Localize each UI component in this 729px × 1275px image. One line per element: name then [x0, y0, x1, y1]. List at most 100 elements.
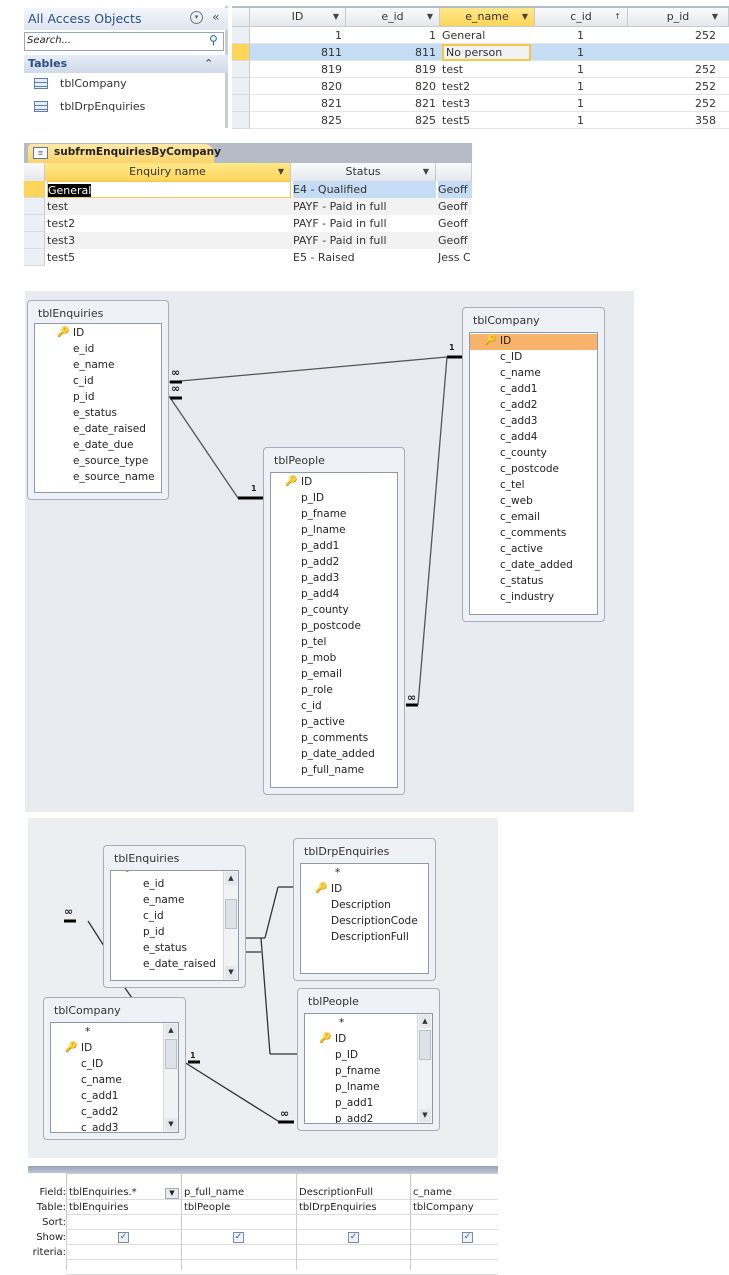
cell-ID[interactable]: 811 — [252, 44, 342, 61]
col-header-e-name[interactable]: e_name ▼ — [440, 8, 535, 27]
cell-e-name[interactable]: test2 — [442, 78, 531, 95]
field-cadd3[interactable]: c_add3 — [500, 415, 537, 427]
cell-person[interactable]: Geoff — [438, 232, 472, 249]
table-row[interactable]: 1 1 General 1 252 — [232, 27, 729, 44]
cell-person[interactable]: Geoff — [438, 198, 472, 215]
table-box-tbldrpenquiries[interactable]: tblDrpEnquiries * 🔑 ID Description Descriptio… — [293, 838, 436, 981]
field-list[interactable]: 🔑 ID e_id e_name c_id p_id e_status e_date_rais… — [110, 870, 239, 981]
join-line[interactable] — [260, 937, 271, 1055]
field-cid[interactable]: c_id — [301, 700, 322, 712]
cell-ID[interactable]: 825 — [252, 112, 342, 129]
field-descriptionfull[interactable]: DescriptionFull — [331, 931, 409, 943]
table-row[interactable]: General E4 - Qualified Geoff — [24, 181, 472, 198]
field-descriptioncode[interactable]: DescriptionCode — [331, 915, 418, 927]
cell-status[interactable]: PAYF - Paid in full — [293, 215, 436, 232]
scrollbar[interactable]: ▲ ▼ — [163, 1023, 178, 1132]
table-row[interactable]: test5 E5 - Raised Jess C — [24, 249, 472, 266]
relationship-line-people[interactable] — [168, 395, 239, 499]
col-header-status[interactable]: Status ▼ — [291, 163, 436, 182]
field-list[interactable]: * 🔑 ID Description DescriptionCode Descriptio… — [300, 863, 429, 974]
col-header-p-id[interactable]: p_id ▼ — [628, 8, 729, 27]
table-cell[interactable]: tblEnquiries — [69, 1202, 128, 1213]
field-esourcename[interactable]: e_source_name — [73, 471, 155, 483]
cell-p-id[interactable]: 252 — [630, 78, 716, 95]
field-esourcetype[interactable]: e_source_type — [73, 455, 148, 467]
scroll-up-icon[interactable]: ▲ — [165, 1024, 177, 1037]
table-box-tblcompany[interactable]: tblCompany 🔑 ID c_ID c_name c_add1 c_add2 c_add… — [462, 307, 605, 622]
scroll-thumb[interactable] — [165, 1039, 177, 1069]
table-row[interactable]: test2 PAYF - Paid in full Geoff — [24, 215, 472, 232]
cell-e-name[interactable]: test — [442, 61, 531, 78]
cell-p-id[interactable]: 252 — [630, 95, 716, 112]
scroll-down-icon[interactable]: ▼ — [225, 966, 237, 979]
field-cdateadded[interactable]: c_date_added — [500, 559, 573, 571]
scrollbar[interactable]: ▲ ▼ — [417, 1014, 432, 1123]
nav-item-tblcompany[interactable]: tblCompany — [32, 75, 222, 93]
field-cell[interactable]: c_name — [413, 1187, 452, 1198]
field-id[interactable]: ID — [331, 883, 342, 895]
field-edatedue[interactable]: e_date_due — [73, 439, 133, 451]
dropdown-icon[interactable]: ▼ — [522, 8, 528, 26]
show-checkbox[interactable]: ✓ — [233, 1232, 244, 1243]
field-plname[interactable]: p_lname — [335, 1081, 380, 1093]
nav-search-input[interactable]: Search... ⚲ — [24, 32, 224, 51]
table-row[interactable]: 819 819 test 1 252 — [232, 61, 729, 78]
cell-ID[interactable]: 819 — [252, 61, 342, 78]
relationship-line-people-company[interactable] — [417, 356, 448, 706]
field-cstatus[interactable]: c_status — [500, 575, 543, 587]
field-ctel[interactable]: c_tel — [500, 479, 525, 491]
cell-enquiry-name[interactable]: test3 — [47, 232, 291, 249]
cell-status[interactable]: E4 - Qualified — [293, 181, 436, 198]
table-box-tblpeople[interactable]: tblPeople 🔑 ID p_ID p_fname p_lname p_add1 p_ad… — [263, 447, 405, 795]
field-padd4[interactable]: p_add4 — [301, 588, 339, 600]
cell-e-id[interactable]: 1 — [348, 27, 436, 44]
cell-c-id[interactable]: 1 — [537, 78, 624, 95]
field-cadd4[interactable]: c_add4 — [500, 431, 537, 443]
field-padd2[interactable]: p_add2 — [335, 1113, 373, 1123]
row-selector[interactable] — [24, 249, 45, 266]
field-estatus[interactable]: e_status — [73, 407, 117, 419]
cell-enquiry-name[interactable]: test5 — [47, 249, 291, 266]
field-padd2[interactable]: p_add2 — [301, 556, 339, 568]
field-pactive[interactable]: p_active — [301, 716, 345, 728]
field-cadd3[interactable]: c_add3 — [81, 1122, 118, 1132]
join-line[interactable] — [87, 920, 105, 947]
field-padd1[interactable]: p_add1 — [335, 1097, 373, 1109]
cell-status[interactable]: PAYF - Paid in full — [293, 198, 436, 215]
field-pcomments[interactable]: p_comments — [301, 732, 368, 744]
sort-icon[interactable]: ↑ — [614, 8, 621, 26]
field-list[interactable]: 🔑 ID p_ID p_fname p_lname p_add1 p_add2 p_add3 p… — [270, 472, 398, 788]
table-row[interactable]: 820 820 test2 1 252 — [232, 78, 729, 95]
field-[interactable]: * — [339, 1017, 344, 1029]
field-ename[interactable]: e_name — [73, 359, 115, 371]
scroll-down-icon[interactable]: ▼ — [165, 1118, 177, 1131]
scroll-thumb[interactable] — [419, 1030, 431, 1060]
splitter-bar[interactable] — [28, 1166, 498, 1173]
field-[interactable]: * — [85, 1026, 90, 1038]
table-cell[interactable]: tblPeople — [184, 1202, 230, 1213]
cell-ID[interactable]: 820 — [252, 78, 342, 95]
dropdown-icon[interactable]: ▼ — [423, 163, 429, 181]
field-ename[interactable]: e_name — [143, 894, 185, 906]
row-selector[interactable] — [24, 232, 45, 249]
row-selector[interactable] — [232, 78, 250, 95]
field-cname[interactable]: c_name — [81, 1074, 122, 1086]
cell-person[interactable]: Geoff — [438, 181, 472, 198]
cell-e-name[interactable]: test3 — [442, 95, 531, 112]
field-edateraised[interactable]: e_date_raised — [143, 958, 216, 970]
field-prole[interactable]: p_role — [301, 684, 333, 696]
field-id[interactable]: ID — [301, 476, 312, 488]
col-header-enquiry-name[interactable]: Enquiry name ▼ — [45, 163, 291, 182]
cell-c-id[interactable]: 1 — [537, 27, 624, 44]
field-description[interactable]: Description — [331, 899, 391, 911]
field-cadd1[interactable]: c_add1 — [500, 383, 537, 395]
field-pid[interactable]: p_id — [73, 391, 95, 403]
cell-e-id[interactable]: 819 — [348, 61, 436, 78]
nav-header[interactable]: All Access Objects ▾ « — [24, 8, 228, 30]
scroll-up-icon[interactable]: ▲ — [419, 1015, 431, 1028]
field-ppostcode[interactable]: p_postcode — [301, 620, 361, 632]
table-row[interactable]: test3 PAYF - Paid in full Geoff — [24, 232, 472, 249]
field-cemail[interactable]: c_email — [500, 511, 540, 523]
row-selector[interactable] — [24, 181, 45, 198]
field-cell[interactable]: DescriptionFull — [299, 1187, 373, 1198]
